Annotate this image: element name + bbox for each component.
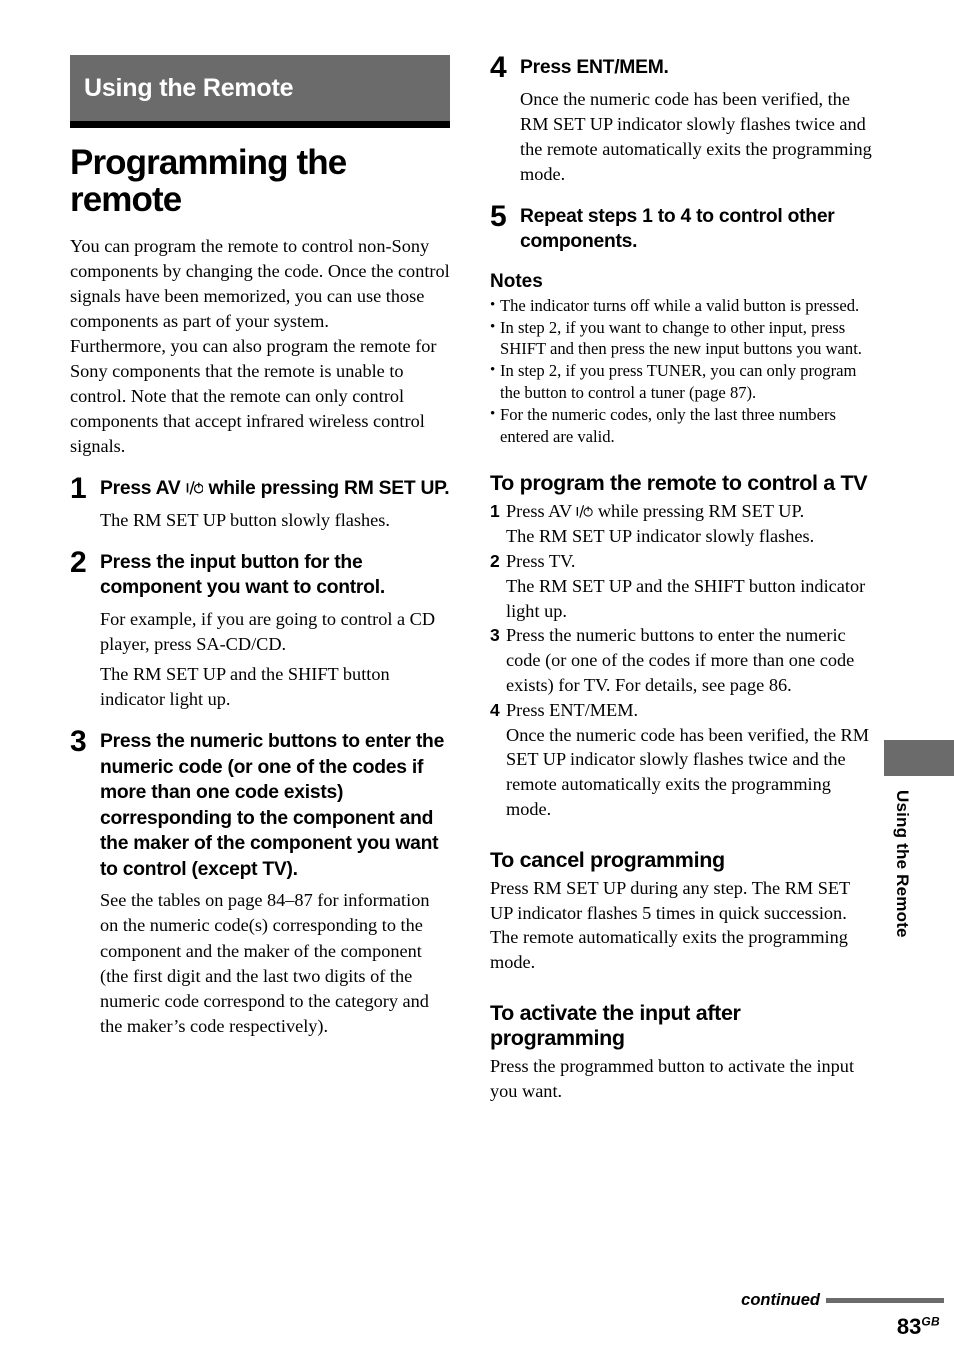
step-description-line-1: For example, if you are going to control… [100,608,436,655]
note-text: In step 2, if you want to change to othe… [500,317,862,359]
footer-continued: continued [741,1291,944,1310]
cancel-section-heading: To cancel programming [490,847,725,872]
section-banner-title: Using the Remote [84,73,294,102]
tv-step-body: Press AV while pressing RM SET UP. The RM… [506,499,875,549]
tv-section-heading: To program the remote to control a TV [490,471,868,496]
tv-step-1: 1 Press AV while pressing RM SET UP. The … [490,499,875,549]
cancel-section-body: Press RM SET UP during any step. The RM … [490,877,850,973]
page-number-value: 83 [896,1314,922,1339]
note-text: The indicator turns off while a valid bu… [500,295,860,315]
tv-step-3: 3 Press the numeric buttons to enter the… [490,623,875,697]
tv-step-4: 4 Press ENT/MEM. Once the numeric code ha… [490,698,875,822]
step-description-line-2: The RM SET UP and the SHIFT button indic… [100,664,390,710]
note-item: • In step 2, if you press TUNER, you can… [490,360,875,404]
manual-page: Using the Remote Programming the remote … [0,0,954,1352]
main-step-1: 1 Press AV while pressing RM SET UP. The… [70,472,450,533]
tv-step-text-suffix: while pressing RM SET UP. [593,501,805,522]
tv-step-detail: The RM SET UP indicator slowly flashes. [506,526,815,547]
intro-paragraph-2: Furthermore, you can also program the re… [70,335,437,457]
page-number: 83GB [897,1314,940,1340]
step-number: 4 [490,51,507,84]
side-tab-label: Using the Remote [893,790,912,938]
tv-step-body: Press TV. The RM SET UP and the SHIFT but… [506,549,875,623]
tv-step-number: 1 [490,501,500,522]
tv-step-number: 2 [490,551,500,572]
notes-title: Notes [490,270,543,292]
activate-section-heading: To activate the input after programming [490,1001,741,1050]
step-description: See the tables on page 84–87 for informa… [100,890,430,1036]
power-icon [576,503,594,520]
step-heading: Press ENT/MEM. [520,57,669,78]
continued-label: continued [741,1291,820,1309]
section-banner-bar: Using the Remote [70,55,450,121]
tv-step-2: 2 Press TV. The RM SET UP and the SHIFT b… [490,549,875,623]
section-banner: Using the Remote [70,55,450,128]
step-number: 2 [70,545,87,579]
tv-step-number: 3 [490,625,500,646]
step-body: Repeat steps 1 to 4 to control other com… [520,204,875,255]
section-banner-rule [70,121,450,128]
note-item: • In step 2, if you want to change to ot… [490,317,875,361]
tv-step-number: 4 [490,699,500,720]
step-body: Press the input button for the component… [100,550,450,712]
activate-section-body: Press the programmed button to activate … [490,1056,855,1101]
tv-step-detail: The RM SET UP and the SHIFT button indic… [506,575,866,621]
tv-step-text-prefix: Press AV [506,501,577,522]
right-column: 4 Press ENT/MEM. Once the numeric code h… [490,51,875,1104]
tv-step-text: Press TV. [506,551,576,572]
step-body: Press AV while pressing RM SET UP. The R… [100,476,450,533]
bullet-icon: • [490,318,496,335]
bullet-icon: • [490,362,496,379]
main-step-4: 4 Press ENT/MEM. Once the numeric code h… [490,51,875,187]
tv-step-body: Press ENT/MEM. Once the numeric code has … [506,698,875,822]
power-icon [186,479,204,497]
side-tab-marker [884,740,954,776]
bullet-icon: • [490,296,496,313]
main-step-5: 5 Repeat steps 1 to 4 to control other c… [490,199,875,255]
step-description: The RM SET UP button slowly flashes. [100,509,390,530]
tv-step-detail: Once the numeric code has been verified,… [506,724,869,820]
note-text: For the numeric codes, only the last thr… [500,404,836,446]
intro-paragraph-1: You can program the remote to control no… [70,235,450,331]
step-heading: Repeat steps 1 to 4 to control other com… [520,205,835,253]
step-heading: Press AV while pressing RM SET UP. [100,476,450,502]
footer-rule [826,1298,944,1303]
main-step-3: 3 Press the numeric buttons to enter the… [70,725,450,1039]
note-item: • For the numeric codes, only the last t… [490,404,875,448]
page-number-suffix: GB [921,1314,940,1329]
step-number: 3 [70,725,87,759]
left-column: Using the Remote Programming the remote … [70,55,450,1039]
intro-text: You can program the remote to control no… [70,234,450,460]
notes-block: Notes • The indicator turns off while a … [490,271,875,448]
note-text: In step 2, if you press TUNER, you can o… [500,361,857,403]
step-description: Once the numeric code has been verified,… [520,88,872,184]
step-number: 1 [70,472,87,506]
page-title: Programming the remote [70,143,347,219]
step-body: Press ENT/MEM. Once the numeric code has… [520,55,875,187]
note-item: • The indicator turns off while a valid … [490,295,875,317]
step-number: 5 [490,199,507,233]
step-heading: Press the input button for the component… [100,551,385,599]
bullet-icon: • [490,405,496,422]
tv-step-text: Press ENT/MEM. [506,699,639,720]
step-heading-suffix: while pressing RM SET UP. [203,478,450,500]
tv-step-text: Press the numeric buttons to enter the n… [506,625,855,696]
step-heading-prefix: Press AV [100,478,186,500]
step-body: Press the numeric buttons to enter the n… [100,729,450,1039]
main-step-2: 2 Press the input button for the compone… [70,545,450,712]
step-heading: Press the numeric buttons to enter the n… [100,731,445,880]
